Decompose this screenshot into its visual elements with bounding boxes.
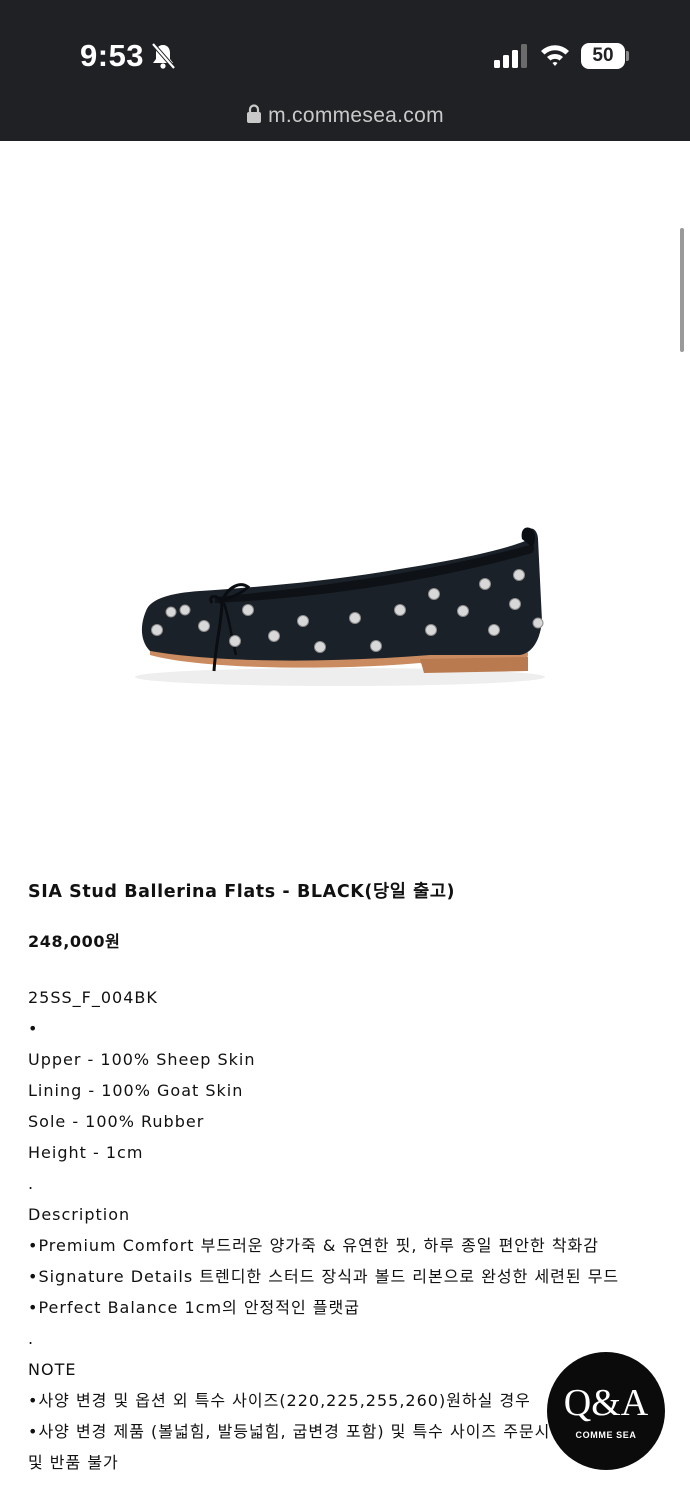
lock-icon xyxy=(247,104,262,123)
cellular-signal-icon xyxy=(494,44,527,68)
product-image[interactable] xyxy=(0,141,690,841)
bullet-separator: • xyxy=(28,1019,39,1038)
description-balance: •Perfect Balance 1cm의 안정적인 플랫굽 xyxy=(28,1298,360,1317)
bell-muted-icon xyxy=(151,42,176,70)
description-heading: Description xyxy=(28,1205,131,1224)
spec-lining: Lining - 100% Goat Skin xyxy=(28,1081,244,1100)
status-time: 9:53 xyxy=(80,38,145,73)
url-text: m.commesea.com xyxy=(268,104,444,127)
dot-separator: . xyxy=(28,1329,35,1348)
description-details: •Signature Details 트렌디한 스터드 장식과 볼드 리본으로 … xyxy=(28,1267,620,1286)
product-price: 248,000원 xyxy=(28,932,121,951)
browser-top-bar: 9:53 50 m.commesea.com xyxy=(0,0,690,141)
spec-upper: Upper - 100% Sheep Skin xyxy=(28,1050,256,1069)
qa-floating-button[interactable]: Q&A COMME SEA xyxy=(547,1352,665,1470)
dot-separator: . xyxy=(28,1174,35,1193)
description-comfort: •Premium Comfort 부드러운 양가죽 & 유연한 핏, 하루 종일… xyxy=(28,1236,599,1255)
battery-level: 50 xyxy=(592,45,614,66)
battery-icon: 50 xyxy=(581,43,629,69)
spec-height: Height - 1cm xyxy=(28,1143,144,1162)
product-title: SIA Stud Ballerina Flats - BLACK(당일 출고) xyxy=(28,882,456,902)
qa-label: Q&A xyxy=(563,1382,649,1424)
address-bar[interactable]: m.commesea.com xyxy=(0,104,690,140)
qa-brand: COMME SEA xyxy=(575,1430,637,1440)
product-code: 25SS_F_004BK xyxy=(28,988,158,1007)
spec-sole: Sole - 100% Rubber xyxy=(28,1112,205,1131)
wifi-icon xyxy=(541,45,569,66)
